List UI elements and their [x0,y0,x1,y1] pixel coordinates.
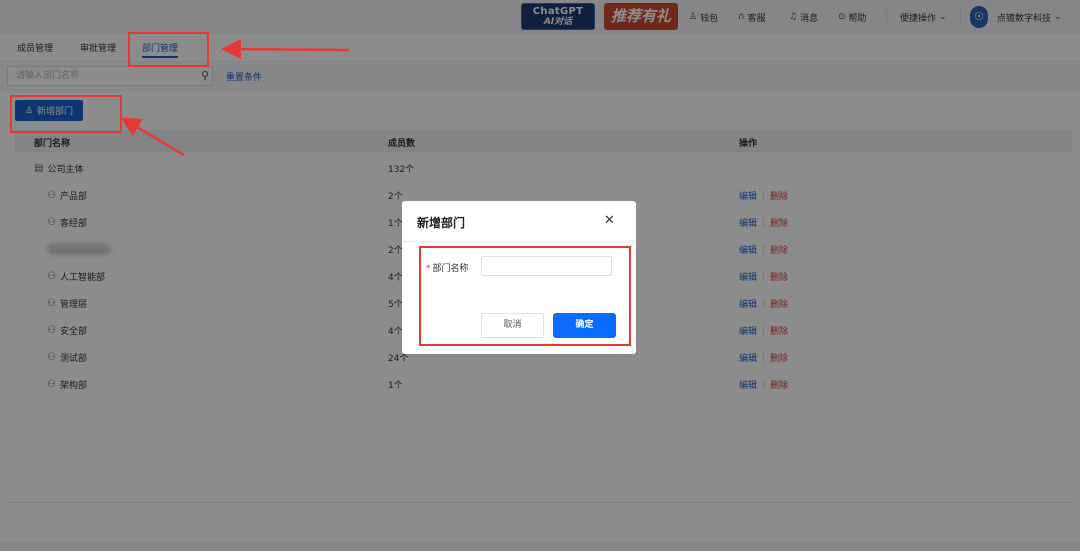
annotation-arrows [120,39,350,157]
arrow-to-tab [221,39,350,60]
arrow-to-add-button [120,117,185,157]
